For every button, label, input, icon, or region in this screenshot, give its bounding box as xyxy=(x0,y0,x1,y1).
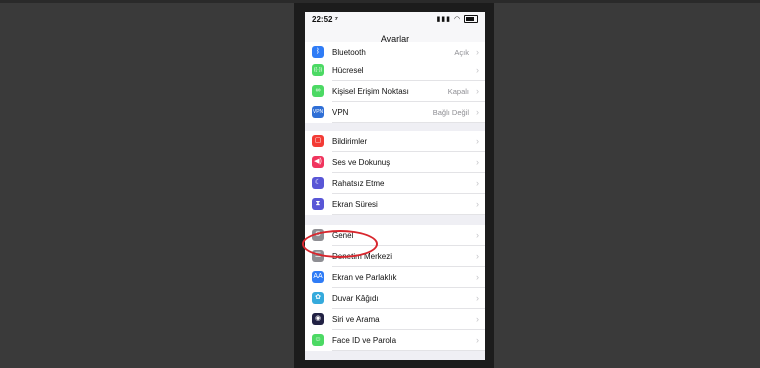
settings-row-label: Siri ve Arama xyxy=(332,315,380,324)
settings-row[interactable]: ☺ Face ID ve Parola › xyxy=(305,330,485,351)
settings-row-label: VPN xyxy=(332,108,349,117)
chevron-right-icon: › xyxy=(476,65,479,75)
settings-row[interactable]: ◀) Ses ve Dokunuş › xyxy=(305,152,485,173)
chevron-right-icon: › xyxy=(476,107,479,117)
settings-row-value: Bağlı Değil xyxy=(432,108,469,117)
chevron-right-icon: › xyxy=(476,86,479,96)
settings-row[interactable]: VPN VPN Bağlı Değil › xyxy=(305,102,485,123)
chevron-right-icon: › xyxy=(476,251,479,261)
settings-row-label: Ekran ve Parlaklık xyxy=(332,273,397,282)
display-icon: AA xyxy=(312,271,324,283)
chevron-right-icon: › xyxy=(476,199,479,209)
chevron-right-icon: › xyxy=(476,178,479,188)
status-time: 22:52 ⁷ xyxy=(312,15,338,24)
faceid-icon: ☺ xyxy=(312,334,324,346)
signal-wifi-icon: ▮▮▮ ◠ xyxy=(436,16,462,23)
status-bar: 22:52 ⁷ ▮▮▮ ◠ xyxy=(305,12,485,28)
hotspot-icon: ∞ xyxy=(312,85,324,97)
vpn-icon: VPN xyxy=(312,106,324,118)
annotation-circle xyxy=(302,230,378,258)
chevron-right-icon: › xyxy=(476,136,479,146)
settings-row[interactable]: ⧗ Ekran Süresi › xyxy=(305,194,485,215)
settings-row-value: Kapalı xyxy=(447,87,469,96)
settings-row[interactable]: ∞ Kişisel Erişim Noktası Kapalı › xyxy=(305,81,485,102)
status-icons: ▮▮▮ ◠ xyxy=(436,15,478,24)
settings-row-label: Ses ve Dokunuş xyxy=(332,158,391,167)
section-gap xyxy=(305,215,485,225)
settings-row[interactable]: ▢ Bildirimler › xyxy=(305,131,485,152)
settings-row[interactable]: ☾ Rahatsız Etme › xyxy=(305,173,485,194)
section-gap xyxy=(305,123,485,131)
row-separator xyxy=(332,350,485,351)
notifications-icon: ▢ xyxy=(312,135,324,147)
settings-row-label: Duvar Kâğıdı xyxy=(332,294,379,303)
siri-icon: ◉ xyxy=(312,313,324,325)
chevron-right-icon: › xyxy=(476,335,479,345)
phone-screen: 22:52 ⁷ ▮▮▮ ◠ Ayarlar ᛒ Bluetooth Açık › ((·… xyxy=(305,12,485,360)
row-separator xyxy=(332,214,485,215)
chevron-right-icon: › xyxy=(476,314,479,324)
settings-row[interactable]: ◉ Siri ve Arama › xyxy=(305,309,485,330)
settings-row-label: Rahatsız Etme xyxy=(332,179,385,188)
settings-row-label: Bildirimler xyxy=(332,137,368,146)
moon-icon: ☾ xyxy=(312,177,324,189)
sound-icon: ◀) xyxy=(312,156,324,168)
settings-row[interactable]: ✿ Duvar Kâğıdı › xyxy=(305,288,485,309)
settings-row-label: Ekran Süresi xyxy=(332,200,378,209)
chevron-right-icon: › xyxy=(476,157,479,167)
chevron-right-icon: › xyxy=(476,230,479,240)
settings-row-label: Hücresel xyxy=(332,66,364,75)
cellular-icon: ((·)) xyxy=(312,64,324,76)
chevron-right-icon: › xyxy=(476,272,479,282)
settings-row[interactable]: ((·)) Hücresel › xyxy=(305,60,485,81)
row-separator xyxy=(332,122,485,123)
battery-icon xyxy=(464,15,478,24)
settings-row[interactable]: AA Ekran ve Parlaklık › xyxy=(305,267,485,288)
chevron-right-icon: › xyxy=(476,293,479,303)
bluetooth-icon: ᛒ xyxy=(312,46,324,58)
wallpaper-icon: ✿ xyxy=(312,292,324,304)
hourglass-icon: ⧗ xyxy=(312,198,324,210)
settings-row-label: Kişisel Erişim Noktası xyxy=(332,87,409,96)
settings-row-label: Face ID ve Parola xyxy=(332,336,397,345)
